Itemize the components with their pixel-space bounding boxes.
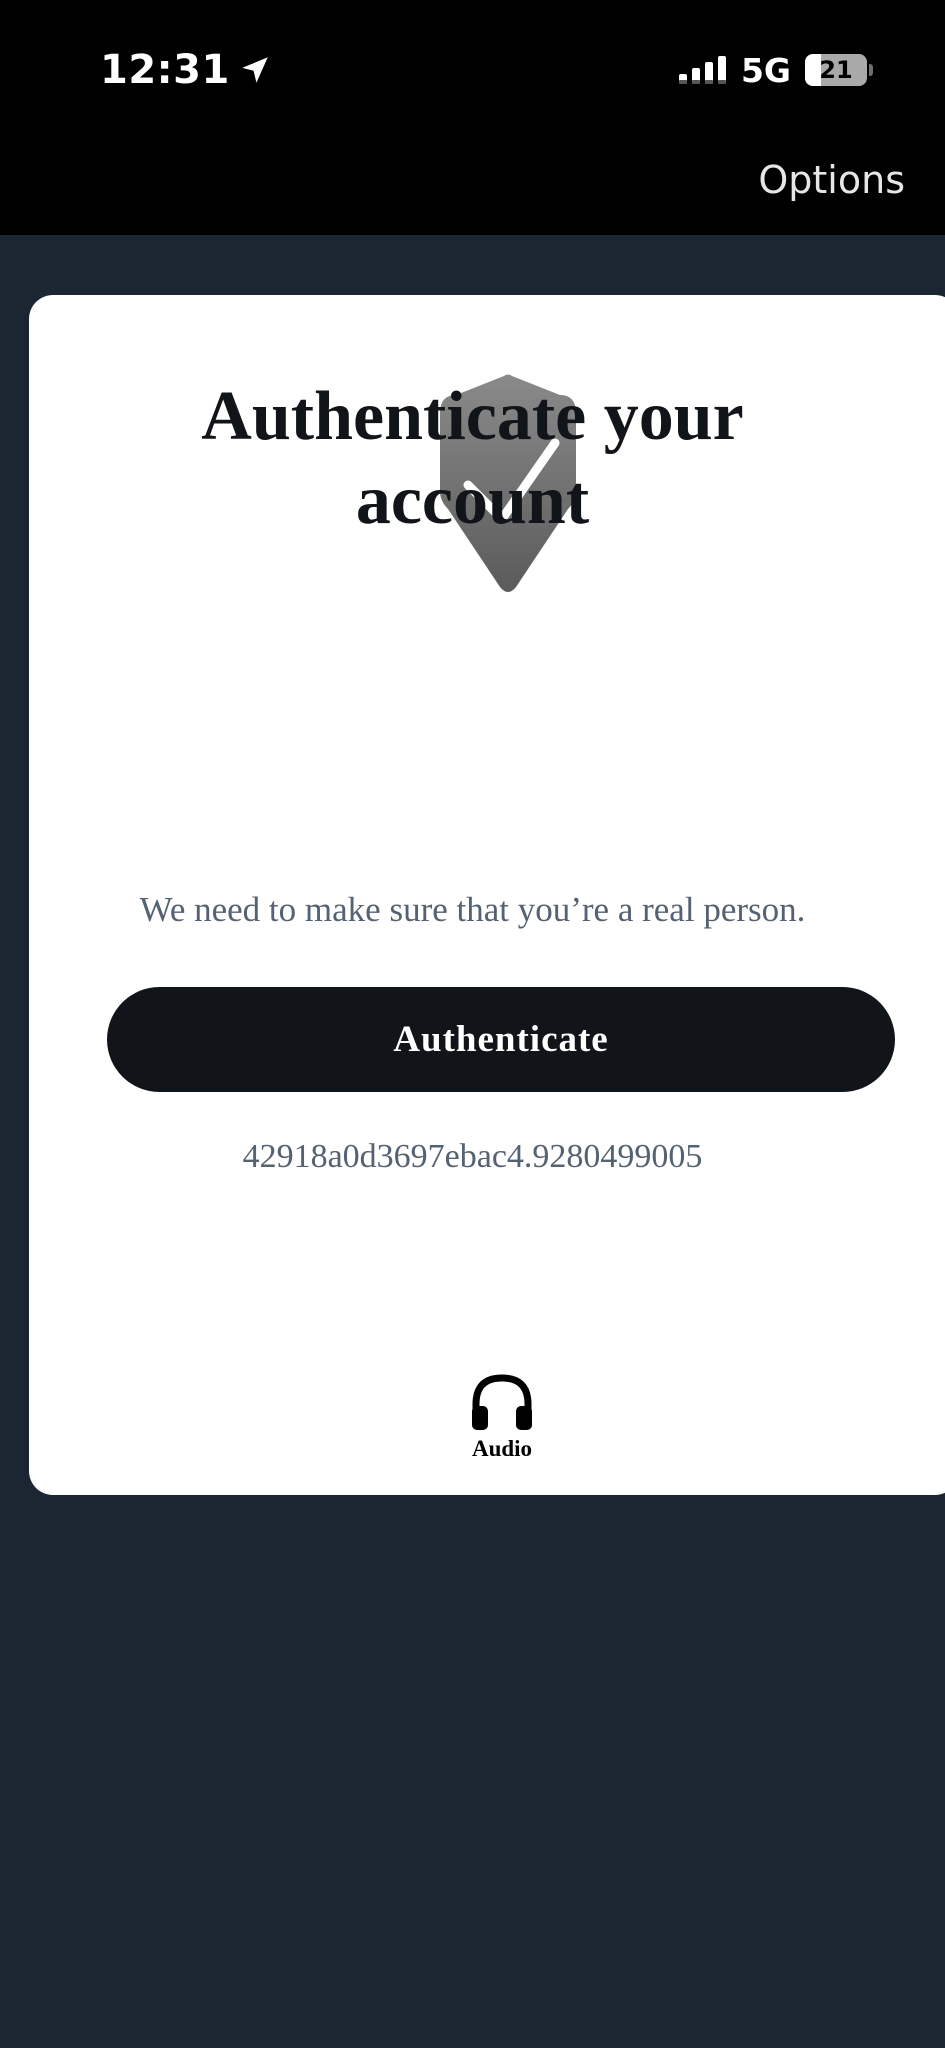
status-time: 12:31	[100, 44, 272, 96]
audio-challenge-button[interactable]: Audio	[437, 1372, 567, 1472]
battery-icon: 21	[805, 54, 873, 86]
subtitle-text: We need to make sure that you’re a real …	[139, 890, 806, 929]
battery-level: 21	[819, 56, 853, 84]
authenticate-button[interactable]: Authenticate	[107, 987, 895, 1092]
clock: 12:31	[100, 47, 230, 93]
cellular-signal-icon	[678, 56, 726, 84]
battery-tip	[869, 64, 873, 76]
options-button[interactable]: Options	[758, 158, 905, 202]
location-arrow-icon	[242, 57, 268, 83]
headphones-icon	[472, 1374, 532, 1430]
page-title: Authenticate your account	[201, 378, 744, 539]
network-type: 5G	[740, 50, 791, 90]
status-and-nav-bar: 12:31 5G 21 Options	[0, 0, 945, 235]
status-indicators: 5G 21	[678, 50, 873, 90]
audio-label: Audio	[471, 1436, 533, 1461]
challenge-token: 42918a0d3697ebac4.9280499005	[242, 1138, 703, 1175]
